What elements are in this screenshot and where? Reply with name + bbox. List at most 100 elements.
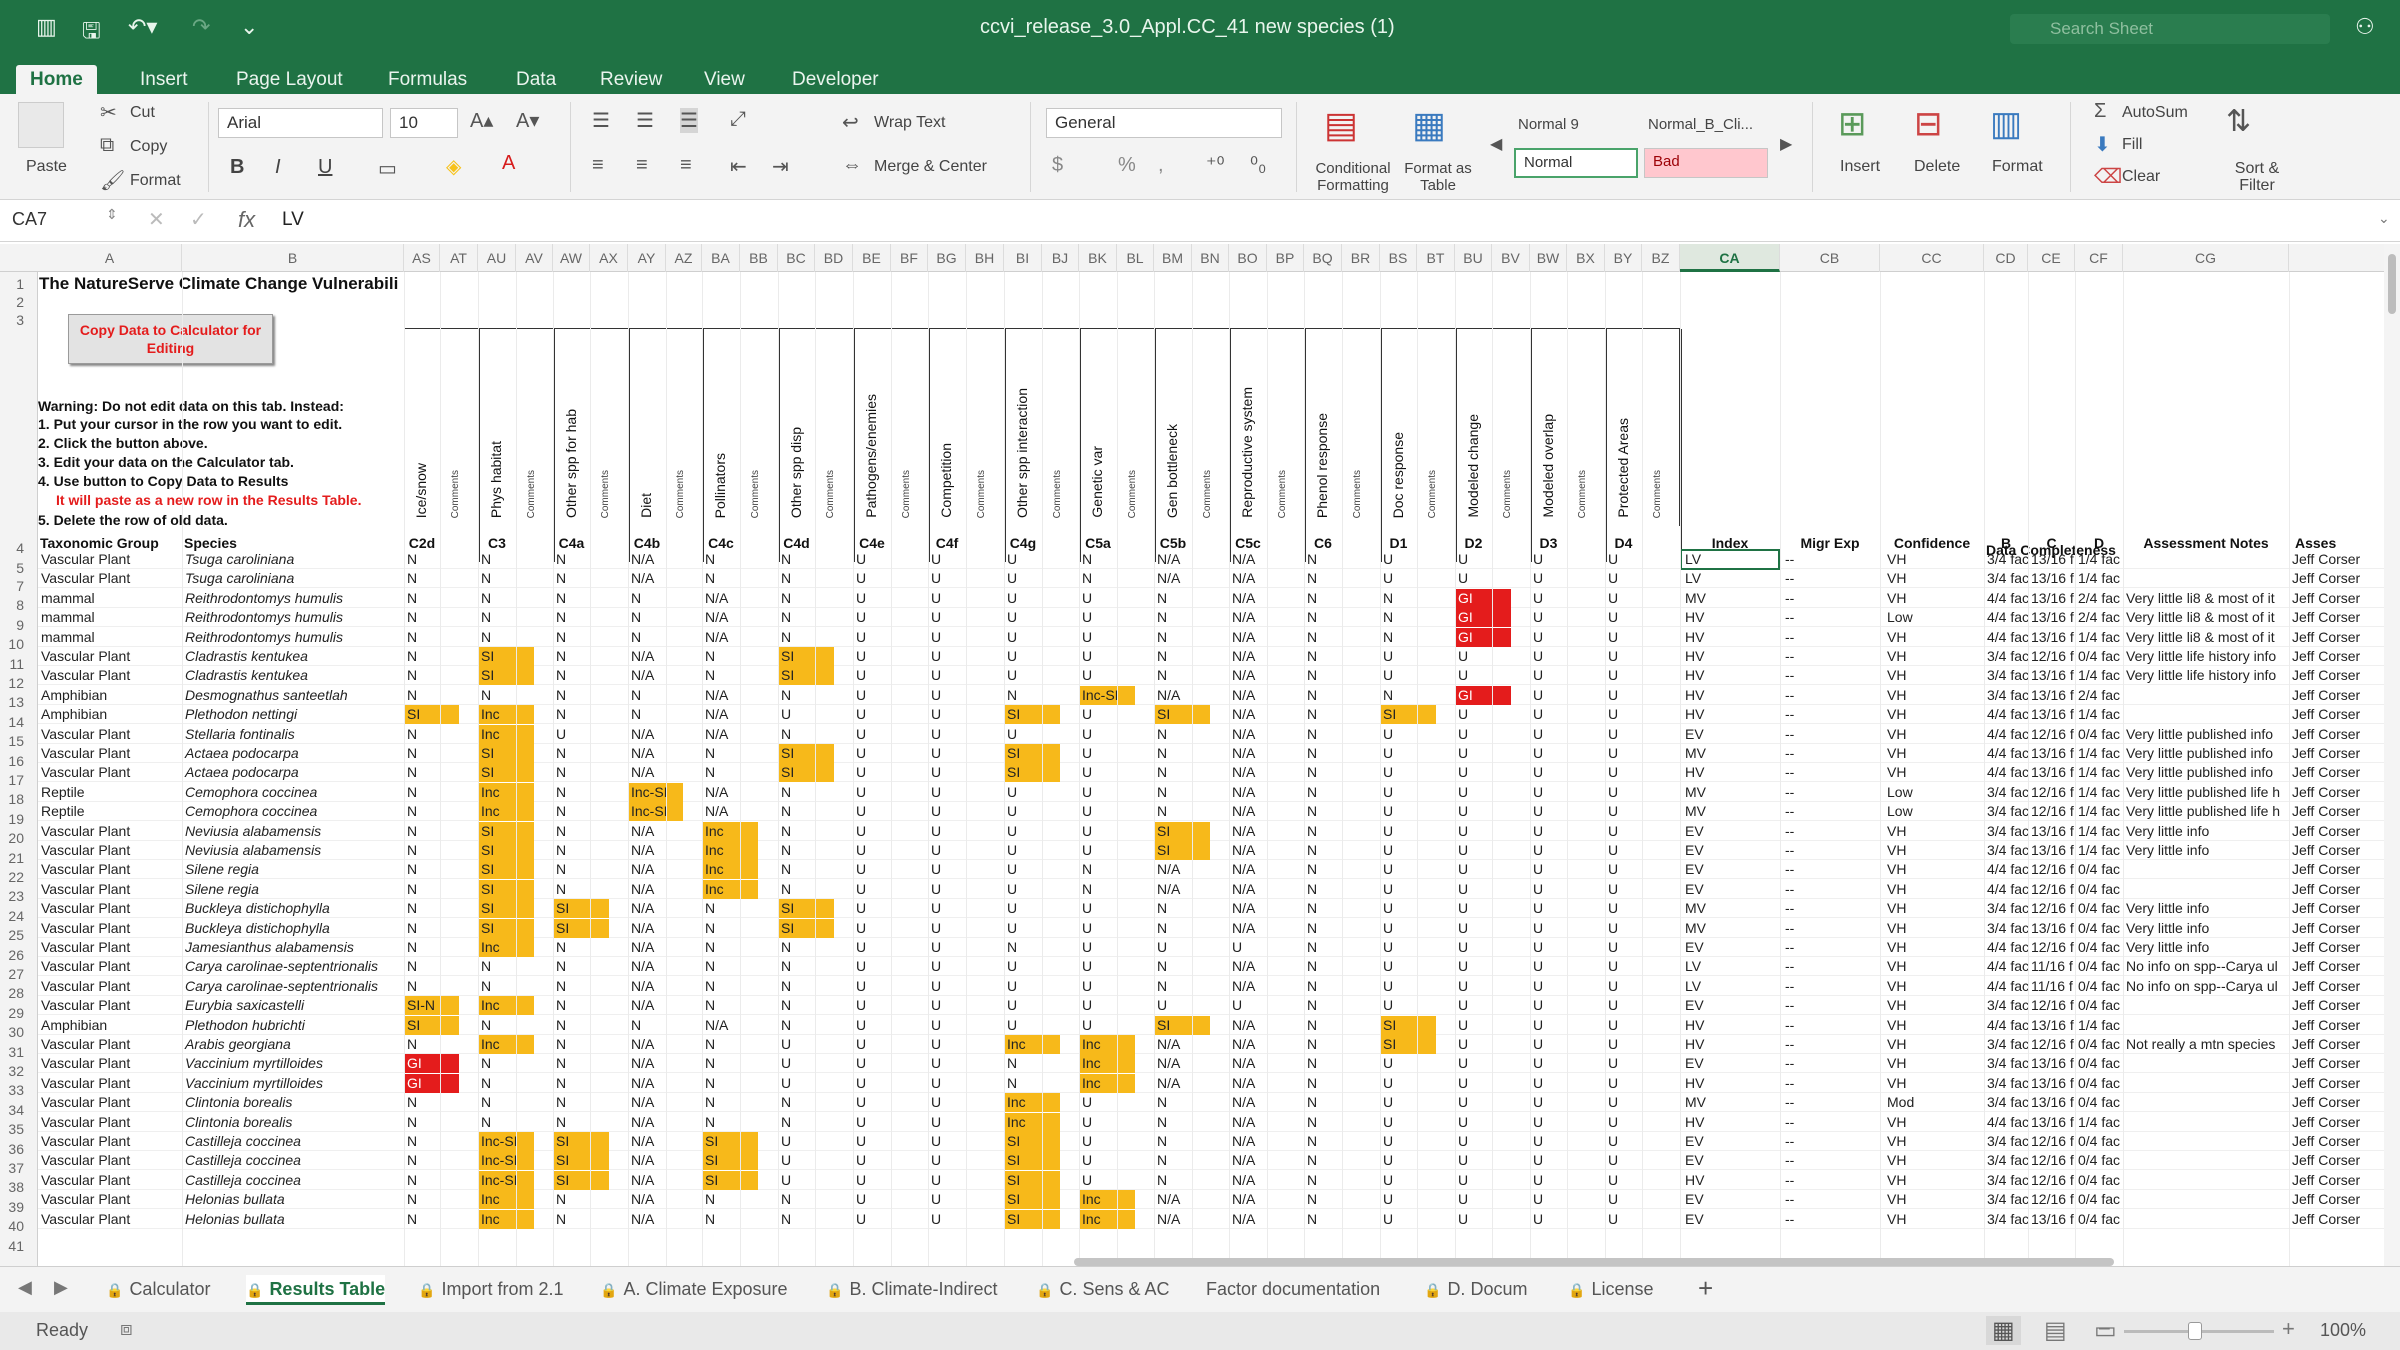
migr-exp-cell[interactable]: -- — [1782, 919, 1882, 938]
factor-cell[interactable]: SI — [478, 860, 534, 880]
sheet-tab-factor-documentation[interactable]: Factor documentation — [1206, 1275, 1380, 1305]
taxonomic-group-cell[interactable]: Vascular Plant — [38, 1054, 182, 1073]
factor-cell[interactable]: N/A — [628, 550, 702, 569]
row-header-12[interactable]: 12 — [0, 675, 38, 691]
sidebar-toggle-icon[interactable]: ▥ — [36, 14, 57, 40]
confidence-cell[interactable]: VH — [1884, 763, 1988, 782]
name-box-stepper-icon[interactable]: ⇕ — [106, 206, 118, 223]
column-header-BH[interactable]: BH — [966, 244, 1004, 272]
sheet-tab-d-docum[interactable]: 🔒 D. Docum — [1424, 1275, 1527, 1305]
row-header-2[interactable]: 2 — [0, 294, 38, 310]
assessor-cell[interactable]: Jeff Corser — [2289, 550, 2379, 569]
completeness-b-cell[interactable]: 3/4 fac — [1984, 899, 2028, 918]
taxonomic-group-cell[interactable]: mammal — [38, 589, 182, 608]
taxonomic-group-cell[interactable]: Vascular Plant — [38, 919, 182, 938]
number-format-select[interactable]: General — [1046, 108, 1282, 138]
styles-next-icon[interactable]: ▶ — [1780, 134, 1792, 154]
row-header-29[interactable]: 29 — [0, 1005, 38, 1021]
row-header-13[interactable]: 13 — [0, 694, 38, 710]
index-cell[interactable]: EV — [1682, 996, 1782, 1015]
completeness-c-cell[interactable]: 13/16 f — [2028, 628, 2075, 647]
confidence-cell[interactable]: VH — [1884, 1151, 1988, 1170]
row-header-7[interactable]: 7 — [0, 578, 38, 594]
completeness-d-cell[interactable]: 0/4 fac — [2075, 725, 2123, 744]
column-header-BB[interactable]: BB — [740, 244, 778, 272]
completeness-b-cell[interactable]: 3/4 fac — [1984, 1151, 2028, 1170]
species-cell[interactable]: Buckleya distichophylla — [182, 899, 404, 918]
index-cell[interactable]: LV — [1682, 550, 1782, 569]
completeness-b-cell[interactable]: 3/4 fac — [1984, 1210, 2028, 1229]
species-cell[interactable]: Vaccinium myrtilloides — [182, 1074, 404, 1093]
index-cell[interactable]: MV — [1682, 899, 1782, 918]
wrap-text-button[interactable]: Wrap Text — [874, 114, 945, 132]
assessor-cell[interactable]: Jeff Corser — [2289, 802, 2379, 821]
factor-cell[interactable]: SI — [778, 899, 834, 919]
taxonomic-group-cell[interactable]: Vascular Plant — [38, 860, 182, 879]
factor-cell[interactable]: Inc — [702, 860, 759, 880]
column-header-BJ[interactable]: BJ — [1042, 244, 1079, 272]
completeness-d-cell[interactable]: 2/4 fac — [2075, 608, 2123, 627]
column-header-BS[interactable]: BS — [1380, 244, 1417, 272]
factor-cell[interactable]: N — [404, 569, 478, 588]
completeness-b-cell[interactable]: 3/4 fac — [1984, 802, 2028, 821]
conditional-formatting-button[interactable]: Conditional Formatting — [1308, 160, 1398, 194]
table-row[interactable]: mammal Reithrodontomys humulis N N N N N/A N U U U… — [38, 608, 2384, 628]
assessment-notes-cell[interactable] — [2123, 1074, 2289, 1093]
assessor-cell[interactable]: Jeff Corser — [2289, 1035, 2379, 1054]
taxonomic-group-cell[interactable]: Vascular Plant — [38, 1210, 182, 1229]
confidence-cell[interactable]: VH — [1884, 1190, 1988, 1209]
migr-exp-cell[interactable]: -- — [1782, 1113, 1882, 1132]
cell-grid[interactable]: The NatureServe Climate Change Vulnerabi… — [38, 272, 2384, 1266]
index-cell[interactable]: HV — [1682, 666, 1782, 685]
factor-cell[interactable]: Inc — [478, 996, 534, 1016]
assessor-cell[interactable]: Jeff Corser — [2289, 705, 2379, 724]
index-cell[interactable]: HV — [1682, 1016, 1782, 1035]
row-header-31[interactable]: 31 — [0, 1044, 38, 1060]
table-row[interactable]: Vascular Plant Tsuga caroliniana N N N N/A N N U… — [38, 550, 2384, 569]
assessment-notes-cell[interactable]: Not really a mtn species — [2123, 1035, 2289, 1054]
assessment-notes-cell[interactable]: Very little info — [2123, 822, 2289, 841]
completeness-b-cell[interactable]: 3/4 fac — [1984, 1132, 2028, 1151]
confidence-cell[interactable]: VH — [1884, 860, 1988, 879]
table-row[interactable]: Vascular Plant Cladrastis kentukea N SI N N/A… — [38, 666, 2384, 686]
paste-button[interactable]: Paste — [26, 158, 67, 176]
completeness-d-cell[interactable]: 1/4 fac — [2075, 628, 2123, 647]
confidence-cell[interactable]: VH — [1884, 1054, 1988, 1073]
assessment-notes-cell[interactable] — [2123, 550, 2289, 569]
style-bad[interactable]: Bad — [1644, 148, 1768, 178]
index-cell[interactable]: EV — [1682, 1132, 1782, 1151]
column-header-BE[interactable]: BE — [853, 244, 891, 272]
row-header-9[interactable]: 9 — [0, 617, 38, 633]
taxonomic-group-cell[interactable]: Vascular Plant — [38, 957, 182, 976]
taxonomic-group-cell[interactable]: Vascular Plant — [38, 1132, 182, 1151]
completeness-c-cell[interactable]: 13/16 f — [2028, 822, 2075, 841]
factor-cell[interactable]: N — [404, 802, 478, 821]
taxonomic-group-cell[interactable]: Reptile — [38, 802, 182, 821]
taxonomic-group-cell[interactable]: Vascular Plant — [38, 1151, 182, 1170]
index-cell[interactable]: MV — [1682, 783, 1782, 802]
assessment-notes-cell[interactable]: Very little li8 & most of it — [2123, 608, 2289, 627]
orientation-icon[interactable]: ⤢ — [730, 108, 746, 131]
factor-cell[interactable]: Inc-SI — [478, 1170, 534, 1190]
column-header-BM[interactable]: BM — [1154, 244, 1192, 272]
row-header-3[interactable]: 3 — [0, 312, 38, 328]
migr-exp-cell[interactable]: -- — [1782, 1074, 1882, 1093]
index-cell[interactable]: HV — [1682, 686, 1782, 705]
indent-decrease-icon[interactable]: ⇤ — [730, 154, 747, 179]
completeness-c-cell[interactable]: 13/16 f — [2028, 1210, 2075, 1229]
taxonomic-group-cell[interactable]: Vascular Plant — [38, 666, 182, 685]
assessment-notes-cell[interactable]: Very little published info — [2123, 725, 2289, 744]
species-cell[interactable]: Neviusia alabamensis — [182, 841, 404, 860]
completeness-c-cell[interactable]: 12/16 f — [2028, 802, 2075, 821]
table-row[interactable]: Vascular Plant Castilleja coccinea N Inc-SI… — [38, 1132, 2384, 1151]
index-cell[interactable]: EV — [1682, 1210, 1782, 1229]
completeness-d-cell[interactable]: 0/4 fac — [2075, 1093, 2123, 1112]
factor-cell[interactable]: SI — [1004, 1132, 1060, 1151]
species-cell[interactable]: Tsuga caroliniana — [182, 550, 404, 569]
index-cell[interactable]: EV — [1682, 1151, 1782, 1170]
factor-cell[interactable]: GI — [1455, 685, 1511, 705]
table-row[interactable]: Reptile Cemophora coccinea N Inc N Inc-SI N/A N… — [38, 802, 2384, 822]
factor-cell[interactable]: N/A — [628, 763, 702, 782]
factor-cell[interactable]: Inc — [1079, 1209, 1135, 1229]
column-header-BF[interactable]: BF — [891, 244, 928, 272]
